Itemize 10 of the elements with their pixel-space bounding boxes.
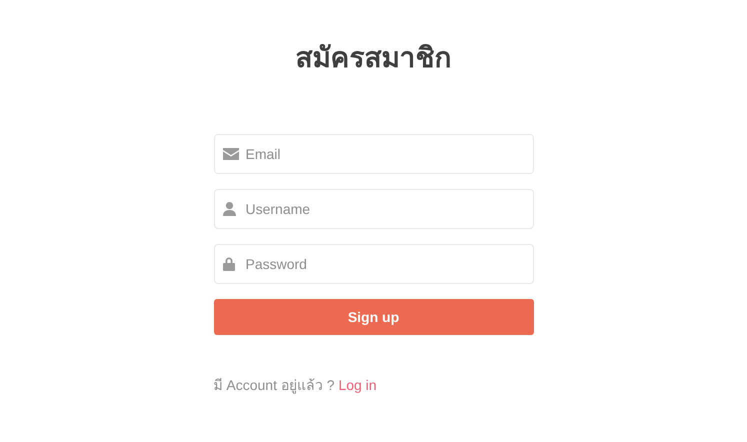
footer-text: มี Account อยู่แล้ว ? [214,377,335,393]
password-field[interactable]: Password [214,244,534,284]
lock-icon [222,257,234,271]
page-title: สมัครสมาชิก [296,40,452,76]
person-icon [222,202,236,216]
login-link[interactable]: Log in [338,377,377,393]
email-field[interactable]: Email [214,134,534,174]
user-field[interactable]: Username [214,189,534,229]
sign-up-button[interactable]: Sign up [214,299,534,335]
envelope-icon [222,148,238,160]
